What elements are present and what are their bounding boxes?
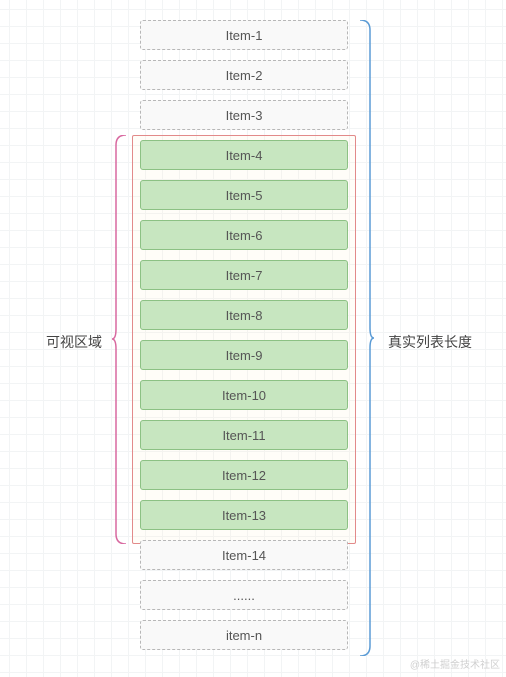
list-item: Item-6 bbox=[140, 220, 348, 250]
list-item: Item-2 bbox=[140, 60, 348, 90]
list-item: Item-9 bbox=[140, 340, 348, 370]
list-item: Item-12 bbox=[140, 460, 348, 490]
diagram-stage: Item-1 Item-2 Item-3 Item-4 Item-5 Item-… bbox=[0, 0, 506, 677]
bracket-left-icon bbox=[112, 135, 126, 544]
list-item: Item-10 bbox=[140, 380, 348, 410]
list-item: Item-5 bbox=[140, 180, 348, 210]
list-item: Item-13 bbox=[140, 500, 348, 530]
bracket-right-icon bbox=[360, 20, 374, 656]
list-item: Item-8 bbox=[140, 300, 348, 330]
list-item: Item-11 bbox=[140, 420, 348, 450]
list-item: Item-4 bbox=[140, 140, 348, 170]
item-list-column: Item-1 Item-2 Item-3 Item-4 Item-5 Item-… bbox=[140, 20, 348, 660]
watermark-text: @稀土掘金技术社区 bbox=[410, 656, 500, 671]
list-item: item-n bbox=[140, 620, 348, 650]
real-list-length-label: 真实列表长度 bbox=[388, 332, 472, 352]
list-item: Item-14 bbox=[140, 540, 348, 570]
list-item: Item-7 bbox=[140, 260, 348, 290]
list-item: Item-3 bbox=[140, 100, 348, 130]
list-item: Item-1 bbox=[140, 20, 348, 50]
list-item: ...... bbox=[140, 580, 348, 610]
visible-area-label: 可视区域 bbox=[46, 332, 102, 352]
